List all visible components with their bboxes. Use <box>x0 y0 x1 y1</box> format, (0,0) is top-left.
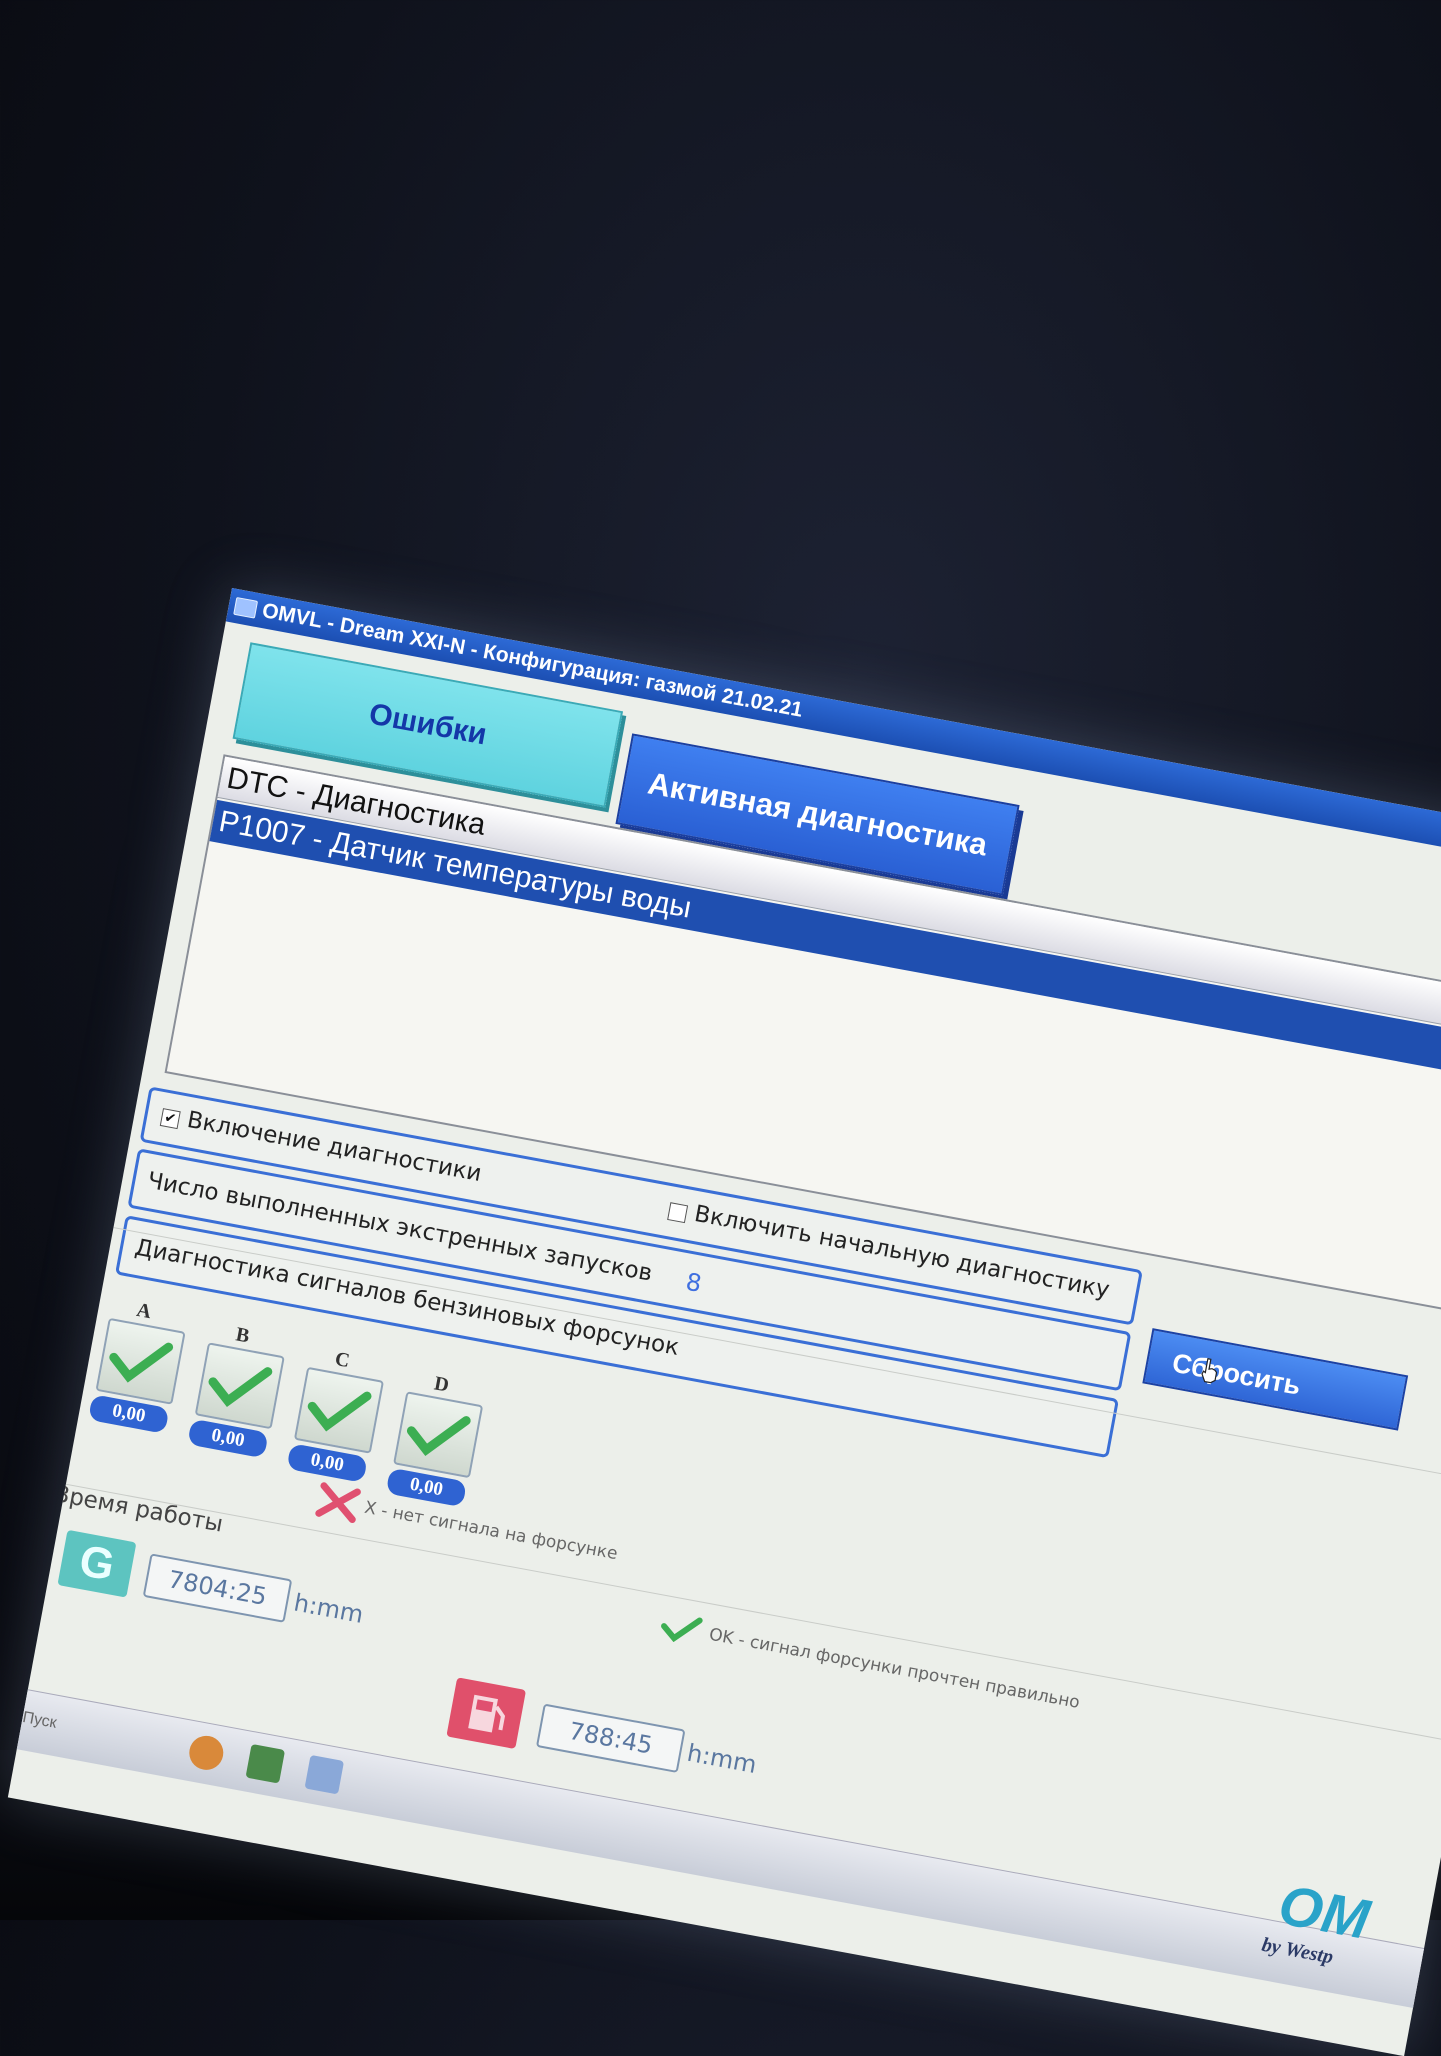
screen-wrapper: OMVL - Dream XXI-N - Конфигурация: газмо… <box>7 588 1441 2056</box>
gas-time-value: 7804:25 <box>142 1553 293 1623</box>
start-button[interactable]: Пуск <box>19 1700 94 1748</box>
emergency-starts-value: 8 <box>683 1267 704 1298</box>
enable-initial-diagnostics-checkbox[interactable] <box>667 1202 689 1224</box>
fuel-pump-icon <box>446 1677 527 1750</box>
browser-icon[interactable] <box>186 1733 227 1773</box>
check-icon <box>307 1391 372 1432</box>
enable-diagnostics-checkbox[interactable]: ✔ <box>159 1108 181 1130</box>
injector-c-status <box>293 1366 385 1454</box>
petrol-time-value: 788:45 <box>535 1703 686 1774</box>
explorer-icon[interactable] <box>245 1743 286 1784</box>
gas-time-unit: h:mm <box>291 1588 366 1629</box>
petrol-time-unit: h:mm <box>684 1738 759 1780</box>
gas-mode-icon: G <box>57 1529 137 1598</box>
omvl-app-taskbar-icon[interactable] <box>304 1754 345 1795</box>
legend-check-icon <box>661 1617 703 1643</box>
reset-button[interactable]: Сбросить <box>1142 1328 1409 1431</box>
injector-d-status <box>393 1391 484 1479</box>
app-window: OMVL - Dream XXI-N - Конфигурация: газмо… <box>7 588 1441 2056</box>
injector-b-status <box>194 1342 285 1430</box>
check-icon <box>109 1342 174 1383</box>
app-icon <box>233 596 259 619</box>
check-icon <box>406 1416 471 1457</box>
fail-x-icon <box>315 1482 361 1524</box>
injector-a-status <box>95 1317 186 1405</box>
check-icon <box>208 1367 273 1408</box>
